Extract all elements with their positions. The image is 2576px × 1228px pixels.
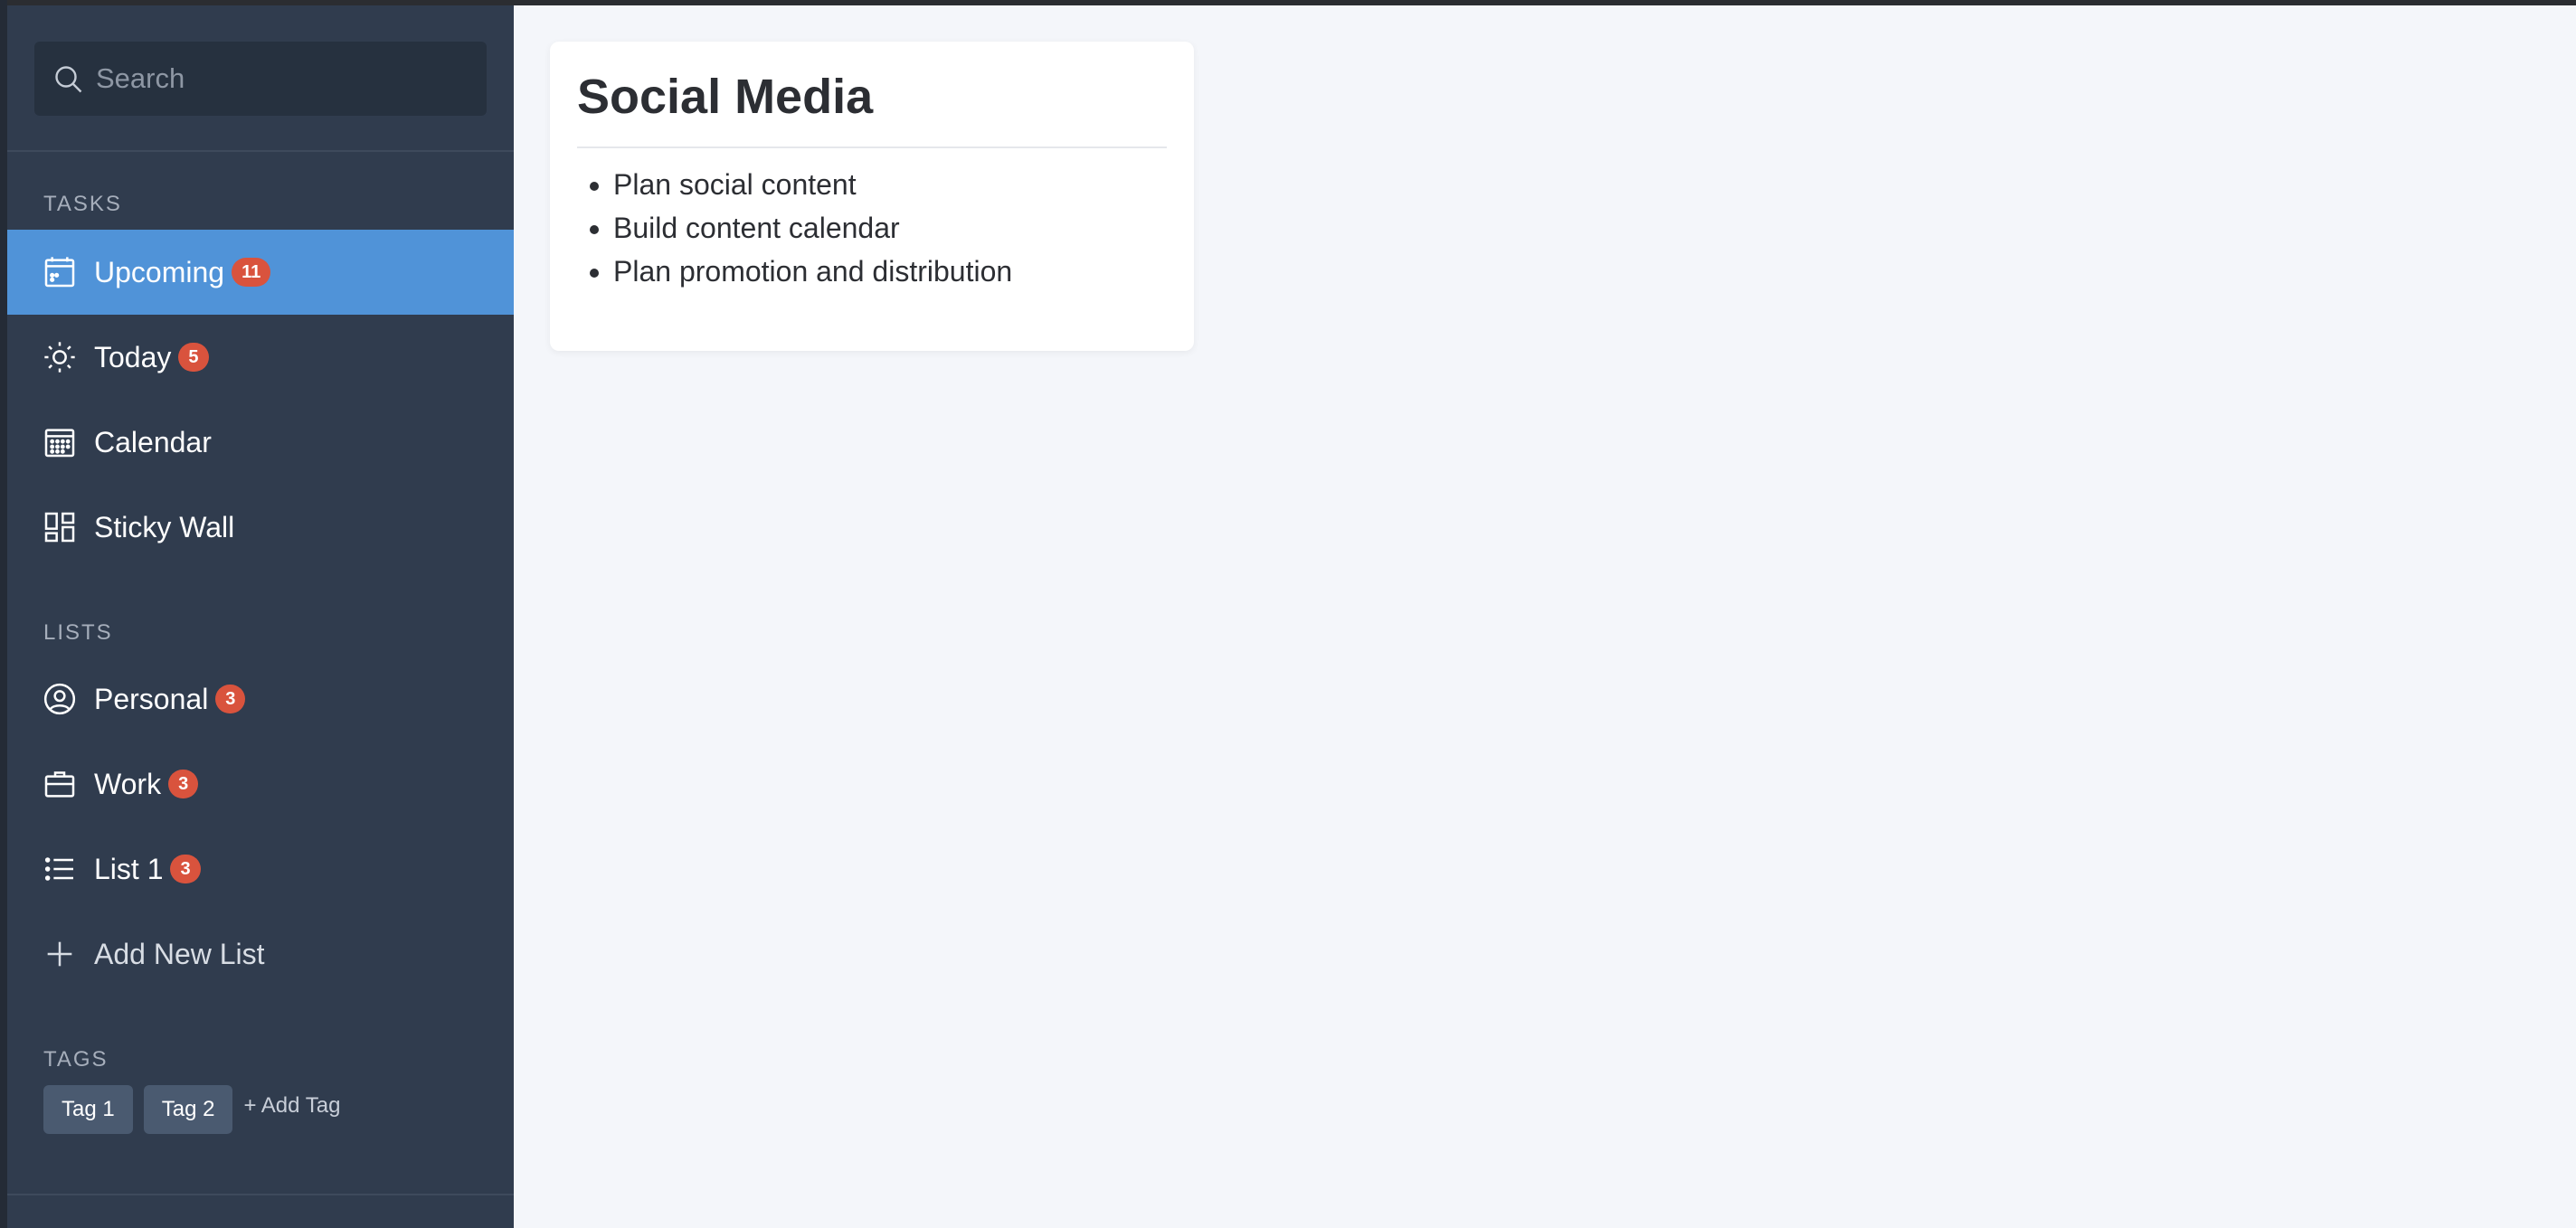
search-box[interactable]: [34, 42, 487, 116]
lists-section-label: LISTS: [43, 620, 113, 645]
list-icon: [44, 857, 73, 881]
sidebar-divider: [7, 150, 514, 152]
sidebar-item-calendar[interactable]: Calendar: [7, 400, 514, 485]
work-label: Work: [94, 767, 162, 800]
sidebar-item-label: Personal 3: [94, 682, 246, 716]
list-1-count-badge: 3: [170, 855, 201, 883]
list-1-label: List 1: [94, 852, 164, 885]
user-circle-icon: [43, 683, 76, 715]
sidebar-bottom-divider: [7, 1194, 514, 1195]
sidebar-item-label: Today 5: [94, 341, 209, 374]
tag-chip[interactable]: Tag 1: [43, 1085, 133, 1134]
sidebar-item-sticky-wall[interactable]: Sticky Wall: [7, 485, 514, 570]
sticky-wall-label: Sticky Wall: [94, 510, 235, 543]
briefcase-icon: [44, 771, 75, 798]
personal-count-badge: 3: [215, 685, 246, 713]
add-new-list-button[interactable]: Add New List: [7, 912, 514, 997]
personal-label: Personal: [94, 682, 209, 715]
sun-icon: [44, 342, 75, 373]
window-left-edge: [0, 0, 7, 1228]
calendar-label: Calendar: [94, 425, 212, 458]
sidebar-item-label: Work 3: [94, 767, 199, 801]
calendar-grid-icon: [44, 429, 75, 458]
today-count-badge: 5: [178, 343, 209, 372]
sticky-note-card[interactable]: Social Media Plan social content Build c…: [550, 42, 1194, 351]
today-label: Today: [94, 340, 172, 373]
sidebar-item-label: Upcoming 11: [94, 255, 271, 289]
card-divider: [577, 146, 1167, 148]
calendar-upcoming-icon: [44, 257, 75, 288]
list-item: Build content calendar: [613, 206, 1012, 250]
tag-row: Tag 1 Tag 2 + Add Tag: [43, 1085, 340, 1134]
sidebar-item-work[interactable]: Work 3: [7, 742, 514, 827]
sidebar-item-label: List 1 3: [94, 853, 201, 886]
card-list: Plan social content Build content calend…: [613, 163, 1012, 293]
add-tag-button[interactable]: + Add Tag: [243, 1093, 340, 1119]
search-icon: [55, 66, 82, 93]
sidebar-item-personal[interactable]: Personal 3: [7, 657, 514, 742]
sidebar-item-upcoming[interactable]: Upcoming 11: [7, 230, 514, 315]
list-item: Plan promotion and distribution: [613, 250, 1012, 293]
tasks-section-label: TASKS: [43, 192, 122, 216]
add-new-list-label: Add New List: [94, 937, 265, 970]
upcoming-count-badge: 11: [232, 258, 271, 287]
card-title: Social Media: [577, 70, 874, 124]
plus-icon: [47, 941, 72, 967]
search-input[interactable]: [96, 42, 476, 116]
sidebar-item-list-1[interactable]: List 1 3: [7, 827, 514, 912]
list-item: Plan social content: [613, 163, 1012, 206]
tags-section-label: TAGS: [43, 1047, 109, 1072]
tag-chip[interactable]: Tag 2: [143, 1085, 233, 1134]
sidebar-item-today[interactable]: Today 5: [7, 315, 514, 400]
sticky-wall-icon: [44, 512, 75, 543]
upcoming-label: Upcoming: [94, 255, 225, 288]
work-count-badge: 3: [168, 770, 199, 798]
sidebar: TASKS Upcoming 11: [7, 5, 514, 1228]
